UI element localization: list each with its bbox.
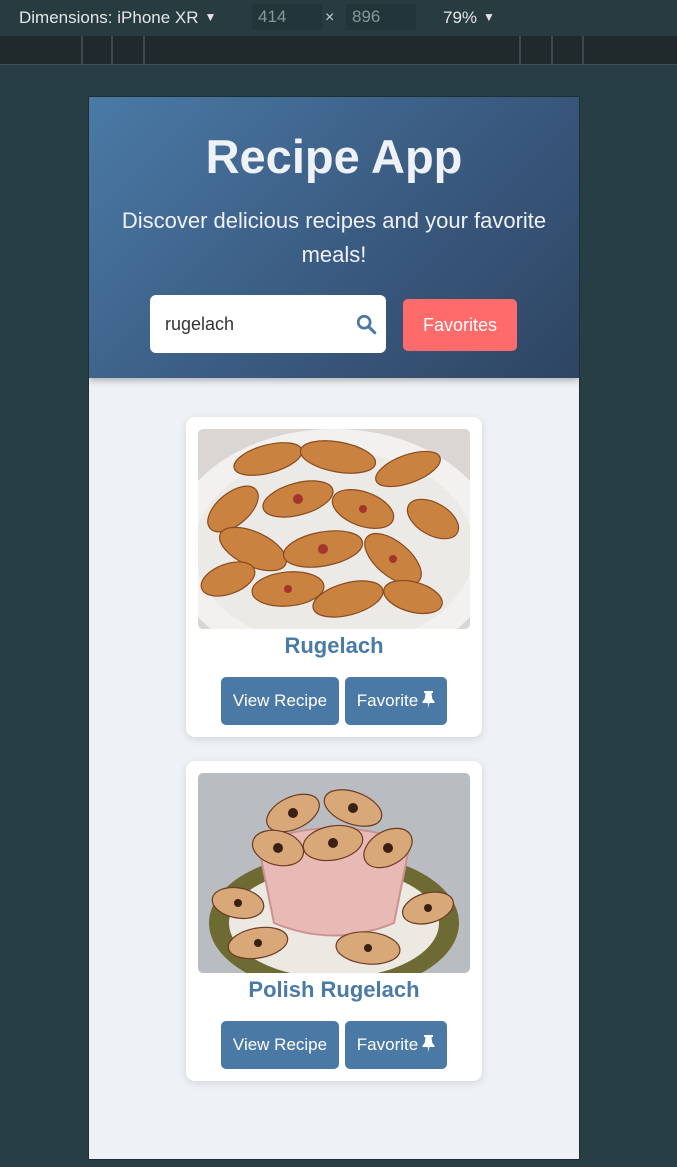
recipe-card: Rugelach View Recipe Favorite [186, 417, 482, 737]
recipe-title: Polish Rugelach [248, 977, 420, 1002]
ruler-tick [111, 36, 113, 64]
recipe-image [198, 429, 470, 629]
device-dimensions-select[interactable]: Dimensions: iPhone XR ▼ [19, 8, 216, 28]
height-input[interactable]: 896 [346, 4, 416, 30]
caret-down-icon: ▼ [483, 10, 495, 24]
search-box [150, 295, 386, 353]
ruler-tick [519, 36, 521, 64]
favorite-label: Favorite [356, 691, 419, 710]
ruler-tick [81, 36, 83, 64]
rugelach-photo [198, 429, 470, 629]
ruler-tick [551, 36, 553, 64]
ruler-tick [143, 36, 145, 64]
devtools-toolbar: Dimensions: iPhone XR ▼ 414 × 896 79% ▼ [0, 0, 677, 36]
view-recipe-button[interactable]: View Recipe [221, 1021, 339, 1069]
width-input[interactable]: 414 [252, 4, 322, 30]
favorites-button[interactable]: Favorites [403, 299, 517, 351]
app-header: Recipe App Discover delicious recipes an… [89, 97, 579, 378]
recipe-card: Polish Rugelach View Recipe Favorite [186, 761, 482, 1081]
device-viewport: Recipe App Discover delicious recipes an… [88, 96, 580, 1160]
recipe-title: Rugelach [284, 633, 384, 658]
favorite-label: Favorite [356, 1035, 419, 1054]
pin-icon [422, 691, 435, 708]
favorite-button[interactable]: Favorite [345, 1021, 447, 1069]
device-dimensions-label: Dimensions: iPhone XR [19, 8, 199, 27]
media-query-ruler[interactable] [0, 36, 677, 65]
zoom-label: 79% [443, 8, 478, 27]
caret-down-icon: ▼ [204, 10, 217, 24]
ruler-tick [582, 36, 584, 64]
times-icon: × [325, 9, 335, 26]
polish-rugelach-photo [198, 773, 470, 973]
zoom-select[interactable]: 79% ▼ [443, 8, 495, 28]
recipe-image [198, 773, 470, 973]
pin-icon [422, 1035, 435, 1052]
view-recipe-button[interactable]: View Recipe [221, 677, 339, 725]
search-input[interactable] [150, 295, 355, 353]
search-icon[interactable] [355, 313, 377, 335]
app-title: Recipe App [205, 130, 463, 183]
app-tagline: Discover delicious recipes and your favo… [121, 208, 547, 267]
favorite-button[interactable]: Favorite [345, 677, 447, 725]
